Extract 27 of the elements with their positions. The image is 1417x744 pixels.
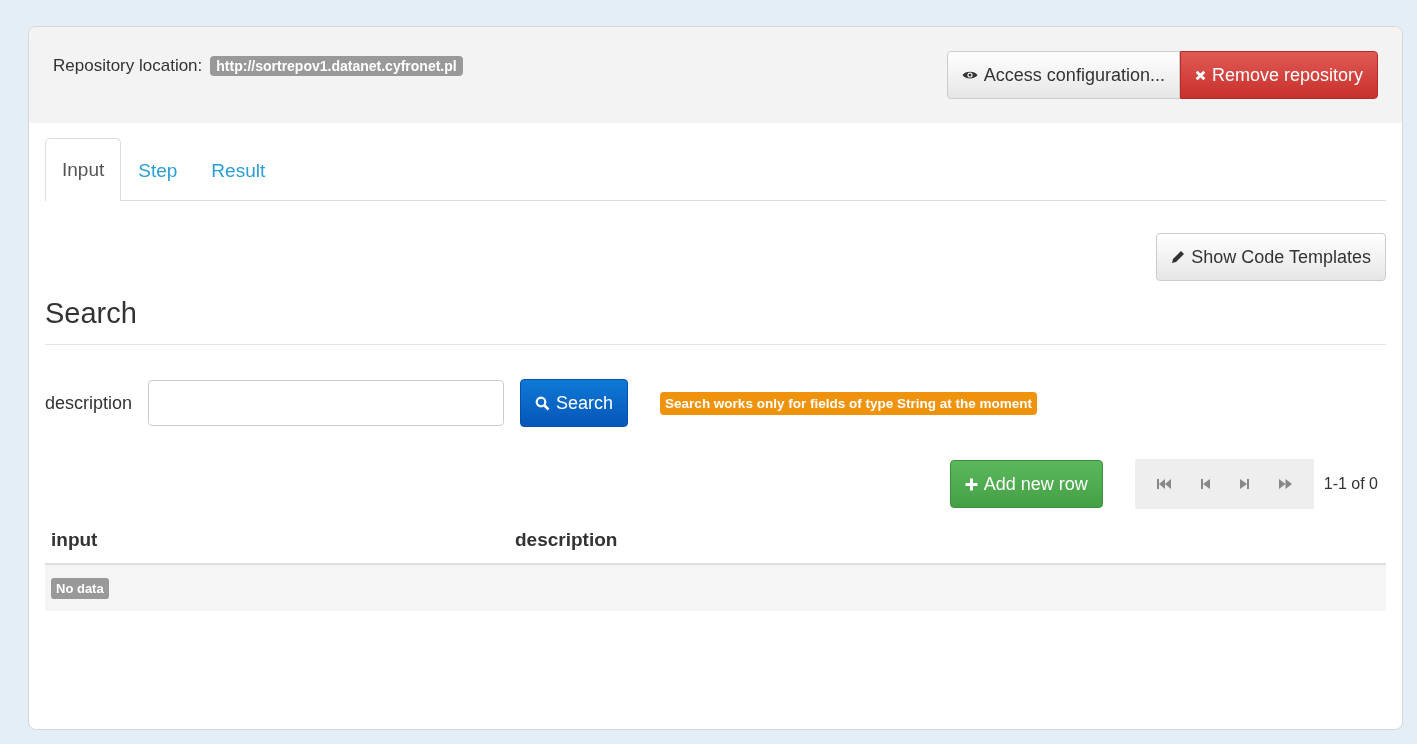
- search-button[interactable]: Search: [520, 379, 629, 427]
- no-data-label: No data: [51, 577, 109, 599]
- last-page-icon[interactable]: [1278, 478, 1292, 490]
- description-field[interactable]: [148, 380, 505, 426]
- repository-label: Repository location:: [53, 56, 203, 76]
- show-templates-button[interactable]: Show Code Templates: [1156, 233, 1386, 281]
- warning-note: Search works only for fields of type String at the moment: [660, 391, 1037, 415]
- pencil-icon: [1171, 250, 1186, 264]
- close-icon: [1194, 69, 1206, 81]
- tab[interactable]: Result: [194, 139, 283, 201]
- column-header: input: [51, 529, 99, 551]
- plus-icon: [964, 477, 978, 491]
- field-label: description: [45, 392, 133, 414]
- eye-icon: [961, 70, 978, 80]
- tab[interactable]: Step: [121, 139, 195, 201]
- add-row-button[interactable]: Add new row: [949, 460, 1103, 508]
- section-title: Search: [45, 297, 1386, 345]
- next-page-icon[interactable]: [1239, 478, 1249, 490]
- first-page-icon[interactable]: [1156, 478, 1171, 490]
- pager-status: 1-1 of 0: [1323, 475, 1378, 493]
- access-button[interactable]: Access configuration...: [946, 51, 1180, 99]
- remove-button[interactable]: Remove repository: [1179, 51, 1378, 99]
- previous-page-icon[interactable]: [1200, 478, 1210, 490]
- search-icon: [535, 395, 551, 411]
- column-header: description: [515, 529, 619, 551]
- repository-url: http://sortrepov1.datanet.cyfronet.pl: [210, 56, 463, 76]
- tab[interactable]: Input: [45, 138, 122, 201]
